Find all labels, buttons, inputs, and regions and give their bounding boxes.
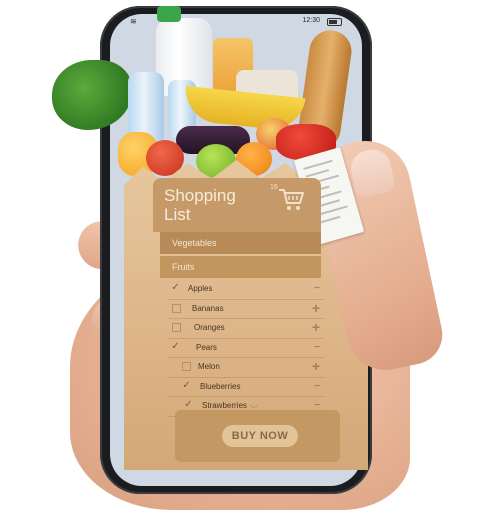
list-item[interactable]: ✓ Blueberries − bbox=[168, 378, 324, 397]
plus-icon[interactable]: + bbox=[312, 358, 320, 374]
list-item[interactable]: ✓ Apples − bbox=[168, 280, 324, 300]
category-fruits[interactable]: Fruits bbox=[160, 256, 321, 278]
cart-icon[interactable] bbox=[276, 184, 306, 214]
check-icon[interactable]: ✓ bbox=[184, 400, 193, 410]
item-label: Bananas bbox=[192, 303, 224, 313]
plus-icon[interactable]: + bbox=[312, 300, 320, 316]
check-icon[interactable]: ✓ bbox=[182, 380, 191, 390]
list-item[interactable]: Bananas + bbox=[168, 300, 324, 319]
plus-icon[interactable]: + bbox=[312, 319, 320, 335]
minus-icon[interactable]: − bbox=[314, 281, 320, 297]
shopping-items-list: ✓ Apples − Bananas + Oranges + ✓ Pears −… bbox=[168, 280, 324, 417]
scene: ≋ 12:30 Shopping List 16 Vegetables Frui… bbox=[0, 0, 500, 510]
minus-icon[interactable]: − bbox=[314, 379, 320, 395]
list-item[interactable]: Melon + bbox=[168, 358, 324, 378]
title-line-1: Shopping bbox=[164, 186, 236, 205]
item-label: Apples bbox=[188, 284, 213, 293]
title-line-2: List bbox=[164, 205, 191, 224]
buy-now-button[interactable]: BUY NOW bbox=[222, 425, 298, 447]
item-label: Strawberries bbox=[202, 401, 247, 410]
list-item[interactable]: ✓ Pears − bbox=[168, 339, 324, 358]
item-label: Melon bbox=[198, 362, 220, 371]
check-icon[interactable]: ✓ bbox=[171, 283, 180, 293]
list-item[interactable]: Oranges + bbox=[168, 319, 324, 339]
wifi-icon: ≋ bbox=[130, 17, 137, 26]
jug-cap-image bbox=[157, 6, 181, 22]
item-label: Blueberries bbox=[200, 381, 241, 391]
check-icon[interactable]: ✓ bbox=[171, 341, 180, 351]
battery-icon bbox=[327, 18, 342, 26]
page-title: Shopping List bbox=[164, 186, 274, 224]
item-label: Oranges bbox=[194, 323, 225, 332]
checkbox[interactable] bbox=[172, 323, 181, 332]
status-time: 12:30 bbox=[302, 17, 320, 24]
minus-icon[interactable]: − bbox=[314, 340, 320, 356]
checkbox[interactable] bbox=[182, 362, 191, 371]
category-vegetables[interactable]: Vegetables bbox=[160, 232, 321, 254]
checkbox[interactable] bbox=[172, 303, 181, 313]
item-label: Pears bbox=[196, 342, 217, 352]
